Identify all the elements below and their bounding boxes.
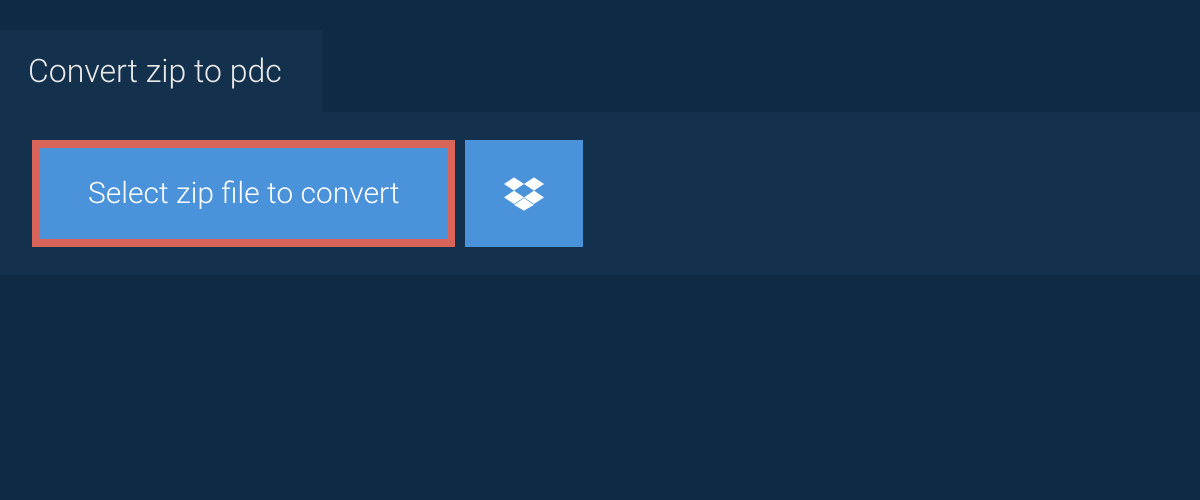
dropbox-icon <box>504 174 544 214</box>
page-title: Convert zip to pdc <box>28 52 282 90</box>
select-file-button[interactable]: Select zip file to convert <box>32 140 455 247</box>
tab-header: Convert zip to pdc <box>0 30 322 112</box>
upload-panel: Select zip file to convert <box>0 112 1200 275</box>
dropbox-button[interactable] <box>465 140 583 247</box>
button-row: Select zip file to convert <box>32 140 1168 247</box>
